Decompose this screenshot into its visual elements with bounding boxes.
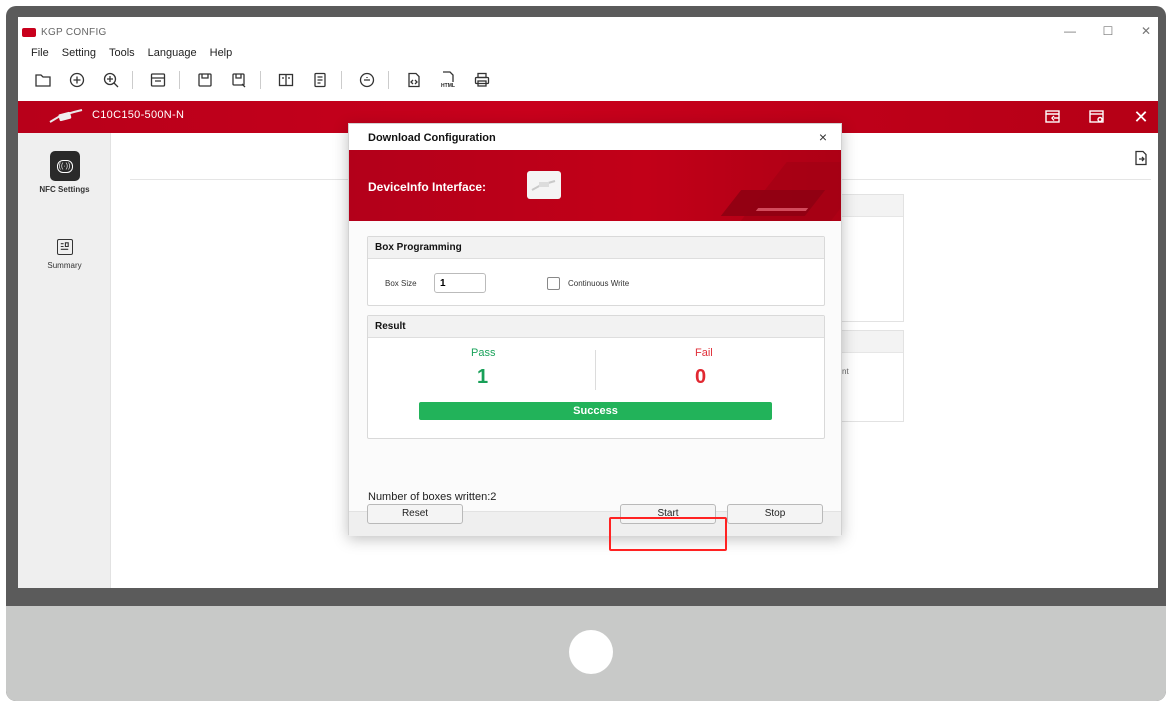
menu-setting[interactable]: Setting [62, 47, 96, 59]
stop-button[interactable]: Stop [727, 504, 823, 524]
device-interface-icon [527, 171, 561, 199]
open-config-icon[interactable] [149, 71, 167, 89]
menu-language[interactable]: Language [148, 47, 197, 59]
read-device-icon[interactable] [358, 71, 376, 89]
dialog-title: Download Configuration [368, 132, 496, 144]
reset-button[interactable]: Reset [367, 504, 463, 524]
fail-count: 0 [695, 366, 707, 388]
save-icon[interactable] [196, 71, 214, 89]
menu-file[interactable]: File [31, 47, 49, 59]
close-window-icon[interactable]: ✕ [1140, 25, 1152, 37]
close-device-icon[interactable]: ✕ [1130, 106, 1152, 128]
banner-decoration [755, 208, 809, 211]
summary-icon [56, 239, 73, 255]
continuous-write-label: Continuous Write [568, 279, 630, 288]
print-icon[interactable] [473, 71, 491, 89]
box-size-label: Box Size [385, 279, 417, 288]
fail-label: Fail [695, 347, 713, 359]
window-controls: — ☐ ✕ [1064, 25, 1152, 37]
nfc-icon: ((·)) [49, 151, 80, 181]
title-bar: KGP CONFIG — ☐ ✕ [18, 17, 1158, 47]
app-window: KGP CONFIG — ☐ ✕ File Setting Tools Lang… [18, 17, 1158, 588]
toolbar-separator [179, 71, 180, 89]
box-size-input[interactable]: 1 [434, 273, 486, 293]
add-child-icon[interactable] [102, 71, 120, 89]
toolbar-separator [341, 71, 342, 89]
app-title: KGP CONFIG [41, 26, 107, 38]
monitor-bezel-bottom [6, 588, 1166, 606]
html-export-label: HTML [441, 83, 455, 89]
result-divider [595, 350, 596, 390]
sidebar-item-label: Summary [47, 261, 82, 270]
menu-bar: File Setting Tools Language Help [18, 44, 232, 62]
sidebar-item-label: NFC Settings [39, 185, 90, 194]
dialog-banner: DeviceInfo Interface: [349, 150, 841, 221]
collapse-panel-icon[interactable] [1042, 106, 1064, 128]
sidebar-item-summary[interactable]: Summary [18, 239, 111, 270]
continuous-write-checkbox[interactable] [547, 277, 560, 290]
html-export-icon[interactable]: HTML [439, 71, 457, 89]
start-button-highlight [609, 517, 727, 551]
left-sidebar: ((·)) NFC Settings Summary [18, 133, 111, 588]
minimize-icon[interactable]: — [1064, 25, 1076, 37]
toolbar-separator [388, 71, 389, 89]
folder-open-icon[interactable] [34, 71, 52, 89]
dialog-title-bar: Download Configuration × [349, 124, 841, 150]
pass-label: Pass [471, 347, 496, 359]
background-text: nt [842, 367, 849, 376]
device-thumbnail-icon [49, 109, 83, 123]
toolbar-separator [260, 71, 261, 89]
result-title: Result [368, 316, 824, 338]
monitor-power-button-icon [569, 630, 613, 674]
maximize-icon[interactable]: ☐ [1102, 25, 1114, 37]
box-programming-group: Box Programming Box Size 1 Continuous Wr… [367, 236, 825, 306]
background-panel-header [839, 331, 903, 353]
background-panel-header [839, 195, 903, 217]
compare-icon[interactable] [277, 71, 295, 89]
download-configuration-dialog: Download Configuration × DeviceInfo Inte… [348, 123, 842, 536]
app-logo-icon [22, 27, 36, 37]
export-icon[interactable] [1132, 149, 1150, 167]
panel-settings-icon[interactable] [1086, 106, 1108, 128]
boxes-written-counter: Number of boxes written:2 [368, 491, 497, 503]
add-circle-icon[interactable] [68, 71, 86, 89]
save-as-icon[interactable] [230, 71, 248, 89]
menu-tools[interactable]: Tools [109, 47, 135, 59]
code-export-icon[interactable] [405, 71, 423, 89]
document-icon[interactable] [311, 71, 329, 89]
menu-help[interactable]: Help [210, 47, 233, 59]
background-panel: nt [838, 330, 904, 422]
pass-count: 1 [477, 366, 489, 388]
dialog-close-icon[interactable]: × [819, 129, 827, 145]
header-controls: ✕ [1042, 106, 1152, 128]
background-panel [838, 194, 904, 322]
result-group: Result Pass 1 Fail 0 Success [367, 315, 825, 439]
device-info-interface-label: DeviceInfo Interface: [368, 180, 487, 194]
sidebar-item-nfc-settings[interactable]: ((·)) NFC Settings [18, 151, 111, 194]
box-programming-title: Box Programming [368, 237, 824, 259]
toolbar: HTML [18, 65, 1158, 95]
device-name: C10C150-500N-N [92, 109, 185, 121]
status-bar: Success [419, 402, 772, 420]
toolbar-separator [132, 71, 133, 89]
